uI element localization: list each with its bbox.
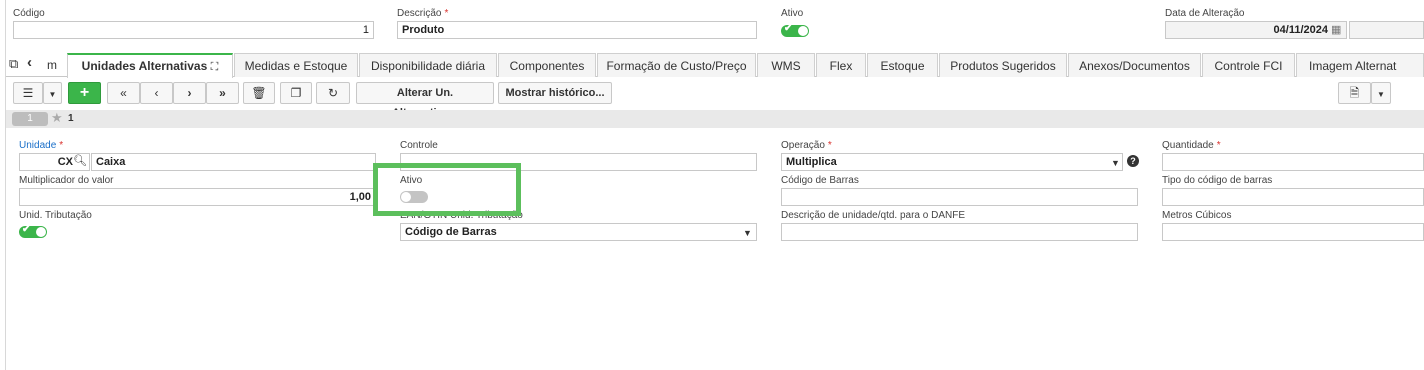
alterar-un-alternativa-button[interactable]: Alterar Un. Alternativa... <box>356 82 494 119</box>
plus-icon: + <box>79 84 90 101</box>
tab-disponibilidade-diaria[interactable]: Disponibilidade diária <box>359 53 497 77</box>
codigo-input[interactable]: 1 <box>13 21 374 39</box>
double-chevron-left-icon: « <box>120 86 127 100</box>
highlight-box <box>373 163 521 216</box>
list-icon: ☰ <box>22 86 34 100</box>
header-ativo-label: Ativo <box>781 8 804 19</box>
caret-down-icon: ▼ <box>1111 158 1120 168</box>
next-record-button[interactable]: › <box>173 82 206 104</box>
list-menu-button[interactable]: ☰ <box>13 82 43 104</box>
tab-scroll-left-icon[interactable]: ‹ <box>27 54 32 71</box>
refresh-icon: ↻ <box>327 86 339 100</box>
quantidade-input[interactable] <box>1162 153 1424 171</box>
last-record-button[interactable]: » <box>206 82 239 104</box>
codigo-barras-input[interactable] <box>781 188 1138 206</box>
ean-select[interactable]: Código de Barras <box>400 223 757 241</box>
danfe-label: Descrição de unidade/qtd. para o DANFE <box>781 210 965 221</box>
duplicate-button[interactable]: ❐ <box>280 82 312 104</box>
search-icon[interactable]: 🔍︎ <box>73 154 87 167</box>
help-icon[interactable]: ? <box>1127 155 1139 167</box>
check-icon: ✔ <box>784 23 793 34</box>
descricao-input[interactable]: Produto <box>397 21 757 39</box>
tab-estoque[interactable]: Estoque <box>867 53 938 77</box>
multiplicador-label: Multiplicador do valor <box>19 175 114 186</box>
copy-icon: ❐ <box>290 86 302 100</box>
hora-alteracao-input <box>1349 21 1424 39</box>
unidade-label: Unidade * <box>19 140 64 151</box>
caret-down-icon: ▼ <box>48 90 57 99</box>
tab-partial[interactable]: m <box>37 53 67 77</box>
tab-wms[interactable]: WMS <box>757 53 815 77</box>
first-record-button[interactable]: « <box>107 82 140 104</box>
list-menu-dropdown[interactable]: ▼ <box>43 82 62 104</box>
operacao-select[interactable]: Multiplica <box>781 153 1123 171</box>
tab-controle-fci[interactable]: Controle FCI <box>1202 53 1295 77</box>
tab-flex[interactable]: Flex <box>816 53 866 77</box>
codigo-barras-label: Código de Barras <box>781 175 859 186</box>
tipo-codigo-input[interactable] <box>1162 188 1424 206</box>
multiplicador-input[interactable]: 1,00 <box>19 188 376 206</box>
export-button[interactable]: 🗎 <box>1338 82 1371 104</box>
refresh-button[interactable]: ↻ <box>316 82 350 104</box>
chevron-right-icon: › <box>187 86 192 100</box>
unid-tributacao-label: Unid. Tributação <box>19 210 92 221</box>
caret-down-icon: ▼ <box>743 228 752 238</box>
tab-unidades-alternativas[interactable]: Unidades Alternativas ⛶ <box>67 53 233 78</box>
data-alteracao-label: Data de Alteração <box>1165 8 1245 19</box>
tab-medidas-estoque[interactable]: Medidas e Estoque <box>234 53 358 77</box>
tab-formacao-custo-preco[interactable]: Formação de Custo/Preço <box>597 53 756 77</box>
expand-icon[interactable]: ⛶ <box>211 61 219 73</box>
check-icon: ✔ <box>22 224 31 235</box>
add-button[interactable]: + <box>68 82 101 104</box>
delete-button[interactable]: 🗑 <box>243 82 275 104</box>
chevron-left-icon: ‹ <box>154 86 159 100</box>
record-number-badge[interactable]: 1 <box>12 112 48 126</box>
star-icon[interactable]: ★ <box>51 110 63 126</box>
mostrar-historico-button[interactable]: Mostrar histórico... <box>498 82 612 104</box>
unidade-desc-input[interactable]: Caixa <box>91 153 376 171</box>
export-dropdown[interactable]: ▼ <box>1371 82 1391 104</box>
metros-cubicos-label: Metros Cúbicos <box>1162 210 1232 221</box>
operacao-label: Operação * <box>781 140 832 151</box>
tab-strip: ⧉ ‹ m Unidades Alternativas ⛶ Medidas e … <box>6 53 1424 78</box>
trash-icon: 🗑 <box>251 86 267 100</box>
file-icon: 🗎 <box>1349 86 1360 100</box>
codigo-label: Código <box>13 8 45 19</box>
danfe-input[interactable] <box>781 223 1138 241</box>
quantidade-label: Quantidade * <box>1162 140 1221 151</box>
calendar-icon[interactable]: ▦ <box>1331 23 1341 36</box>
tab-produtos-sugeridos[interactable]: Produtos Sugeridos <box>939 53 1067 77</box>
tab-imagem-alternativa[interactable]: Imagem Alternat <box>1296 53 1424 77</box>
tab-componentes[interactable]: Componentes <box>498 53 596 77</box>
record-bar: 1 ★ 1 <box>6 110 1424 128</box>
header-ativo-toggle[interactable]: ✔ <box>781 23 809 37</box>
data-alteracao-input: 04/11/2024 <box>1165 21 1347 39</box>
favorite-count: 1 <box>68 113 74 124</box>
caret-down-icon: ▼ <box>1377 90 1385 99</box>
tab-anexos-documentos[interactable]: Anexos/Documentos <box>1068 53 1201 77</box>
tab-list-icon[interactable]: ⧉ <box>9 56 18 72</box>
descricao-label: Descrição * <box>397 8 449 19</box>
metros-cubicos-input[interactable] <box>1162 223 1424 241</box>
previous-record-button[interactable]: ‹ <box>140 82 173 104</box>
tipo-codigo-label: Tipo do código de barras <box>1162 175 1273 186</box>
double-chevron-right-icon: » <box>219 86 226 100</box>
controle-label: Controle <box>400 140 438 151</box>
unid-tributacao-toggle[interactable]: ✔ <box>19 224 47 238</box>
